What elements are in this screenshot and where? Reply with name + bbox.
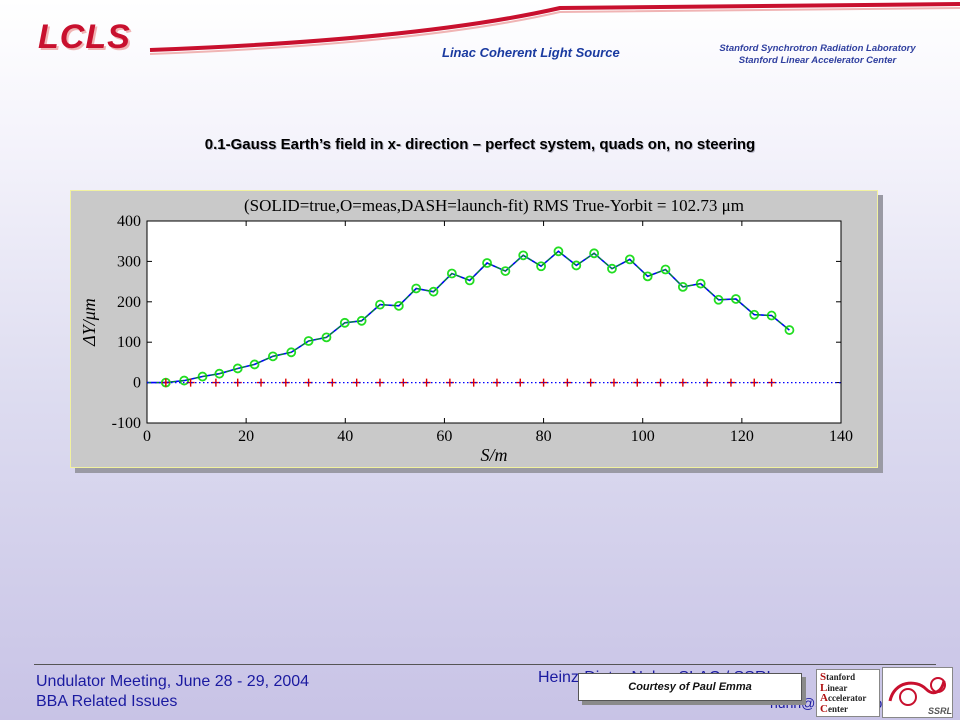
ssrl-label: SSRL [928,706,952,716]
ssrl-logo: SSRL [882,667,953,718]
y-tick-label: 400 [117,213,141,230]
slac-logo: Stanford Linear Accelerator Center [816,669,880,717]
slac-line-4: Center [820,702,848,715]
footer-left: Undulator Meeting, June 28 - 29, 2004 BB… [36,672,309,712]
lab-line-ssrl: Stanford Synchrotron Radiation Laborator… [719,43,916,54]
slac-line-2: Linear [820,681,848,694]
footer-topic: BBA Related Issues [36,693,178,710]
x-tick-label: 140 [829,428,853,445]
y-axis-label: ΔY/μm [79,298,99,347]
orbit-chart: (SOLID=true,O=meas,DASH=launch-fit) RMS … [79,196,853,465]
footer-divider [34,664,936,665]
slac-line-1: Stanford [820,671,856,683]
x-tick-label: 60 [436,428,452,445]
slide-title: 0.1-Gauss Earth’s field in x- direction … [204,136,756,153]
lab-names: Stanford Synchrotron Radiation Laborator… [700,43,935,67]
x-tick-label: 120 [730,428,754,445]
header-subtitle: Linac Coherent Light Source [442,45,620,60]
x-tick-label: 40 [337,428,353,445]
y-tick-label: -100 [112,415,141,432]
figure-frame: (SOLID=true,O=meas,DASH=launch-fit) RMS … [70,190,878,468]
slac-line-1-rest: tanford [826,672,856,682]
plot-area [146,220,842,424]
y-tick-label: 300 [117,253,141,270]
slac-line-3: Accelerator [820,692,867,704]
x-tick-label: 100 [631,428,655,445]
x-tick-label: 80 [536,428,552,445]
y-tick-label: 200 [117,294,141,311]
footer-meeting: Undulator Meeting, June 28 - 29, 2004 [36,673,310,690]
courtesy-note: Courtesy of Paul Emma [578,673,802,701]
x-tick-label: 20 [238,428,254,445]
y-tick-label: 0 [133,375,141,392]
lab-line-slac: Stanford Linear Accelerator Center [738,55,897,66]
x-tick-label: 0 [143,428,151,445]
x-axis-label: S/m [481,445,508,465]
chart-title: (SOLID=true,O=meas,DASH=launch-fit) RMS … [244,196,744,215]
lcls-logo: LCLS [38,18,131,56]
y-tick-label: 100 [117,334,141,351]
